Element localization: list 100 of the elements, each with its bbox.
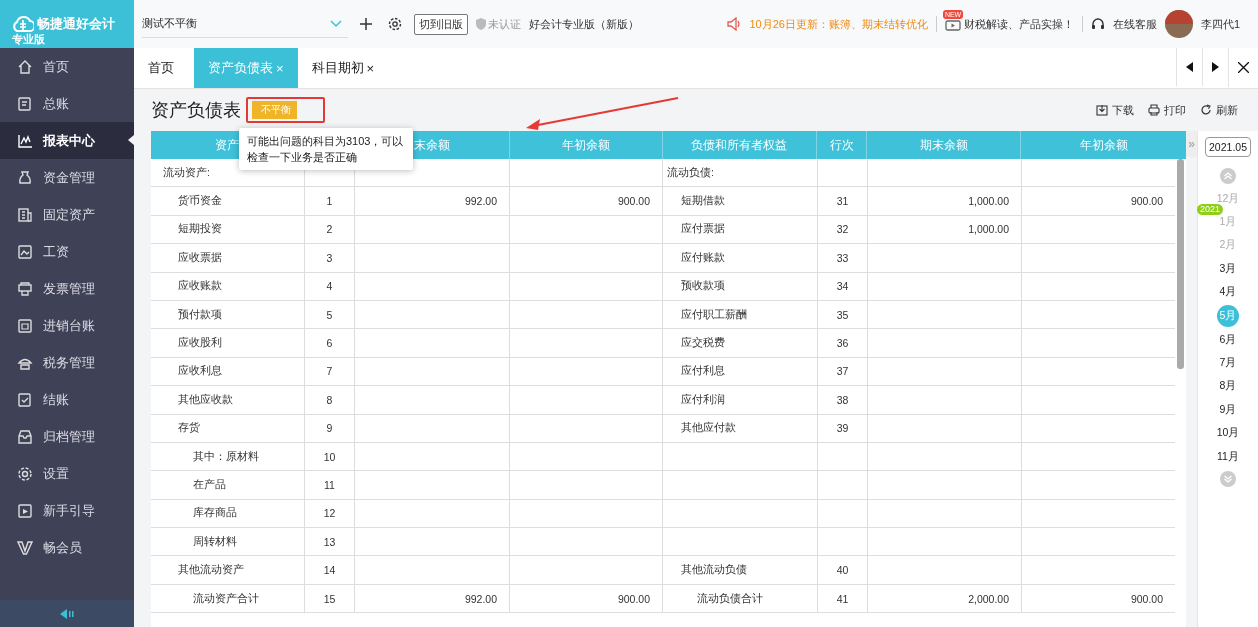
table-cell: 40 xyxy=(836,564,849,577)
table-cell: 900.00 xyxy=(617,592,650,605)
sidebar-item[interactable]: 报表中心 xyxy=(0,122,134,159)
sidebar-item[interactable]: 资金管理 xyxy=(0,159,134,196)
table-cell: 900.00 xyxy=(1130,195,1163,208)
edition-label: 专业版 xyxy=(12,32,45,47)
sidebar-item[interactable]: 税务管理 xyxy=(0,344,134,381)
table-cell: 应收账款 xyxy=(178,279,222,294)
collapse-icon xyxy=(60,608,74,619)
table-cell: 10 xyxy=(323,450,336,463)
scrollbar[interactable] xyxy=(1177,159,1185,369)
sidebar-item[interactable]: 畅会员 xyxy=(0,529,134,566)
sidebar-item[interactable]: 归档管理 xyxy=(0,418,134,455)
table-cell: 900.00 xyxy=(617,195,650,208)
toolbar-button[interactable]: 刷新 xyxy=(1200,102,1238,118)
table-cell: 在产品 xyxy=(193,478,226,492)
table-cell: 应收利息 xyxy=(178,364,222,379)
switch-version-button[interactable]: 切到旧版 xyxy=(414,13,468,35)
table-cell: 应付票据 xyxy=(681,222,725,237)
table-cell: 6 xyxy=(326,337,333,350)
settings-icon xyxy=(17,465,33,482)
table-cell: 应付职工薪酬 xyxy=(681,307,747,322)
table-cell: 11 xyxy=(324,479,335,491)
table-cell: 预付款项 xyxy=(178,307,222,322)
avatar-icon[interactable] xyxy=(1164,10,1193,38)
table-cell: 应付利润 xyxy=(681,392,725,407)
table-cell: 41 xyxy=(836,592,849,605)
table-cell: 流动资产合计 xyxy=(193,591,259,606)
video-link[interactable]: 财税解读、产品实操！ xyxy=(963,16,1074,32)
status-badge: 不平衡 xyxy=(252,101,297,119)
table-cell: 其中：原材料 xyxy=(193,449,259,464)
document-icon xyxy=(17,95,33,112)
home-icon xyxy=(17,58,33,75)
month-item[interactable]: 7月 xyxy=(1217,351,1239,375)
table-cell: 其他流动负债 xyxy=(681,563,747,578)
table-cell: 短期投资 xyxy=(178,222,222,237)
sidebar-item[interactable]: 首页 xyxy=(0,48,134,85)
column-header: 末余额 xyxy=(413,136,450,154)
table-cell: 9 xyxy=(326,422,333,435)
table-cell: 4 xyxy=(326,280,333,293)
image-icon xyxy=(17,243,33,260)
bag-icon xyxy=(17,169,33,186)
table-cell: 1,000.00 xyxy=(968,223,1009,236)
period-field[interactable]: 2021.05 xyxy=(1205,137,1251,157)
table-cell: 12 xyxy=(323,507,336,520)
table-cell: 预收款项 xyxy=(681,279,725,294)
online-service-link[interactable]: 在线客服 xyxy=(1112,16,1157,32)
table-cell: 34 xyxy=(836,280,849,293)
v-icon xyxy=(17,539,33,556)
table-cell: 流动负债合计 xyxy=(697,591,763,606)
company-select[interactable]: 测试不平衡 xyxy=(142,10,348,38)
table-cell: 5 xyxy=(326,308,333,321)
chart-icon xyxy=(17,132,33,149)
table-cell: 33 xyxy=(836,251,849,264)
sidebar-item[interactable]: 进销台账 xyxy=(0,307,134,344)
table-cell: 35 xyxy=(836,308,849,321)
sidebar-item[interactable]: 发票管理 xyxy=(0,270,134,307)
month-item[interactable]: 10月 xyxy=(1216,421,1240,445)
tab[interactable]: 科目期初 × xyxy=(297,48,389,88)
month-item[interactable]: 6月 xyxy=(1217,327,1239,352)
table-cell: 流动资产: xyxy=(163,165,210,180)
certification-status: 未认证 xyxy=(488,16,521,32)
settings-icon[interactable] xyxy=(388,17,402,31)
table-cell: 其他应收款 xyxy=(178,392,233,407)
table-cell: 13 xyxy=(323,535,336,548)
sidebar-item[interactable]: 固定资产 xyxy=(0,196,134,233)
month-item[interactable]: 3月 xyxy=(1217,257,1239,281)
column-header: 年初余额 xyxy=(1079,136,1128,154)
table-cell: 短期借款 xyxy=(681,194,725,209)
close-icon[interactable]: × xyxy=(366,60,375,76)
toolbar-button[interactable]: 打印 xyxy=(1148,102,1186,118)
table-cell: 31 xyxy=(836,195,849,208)
plus-icon[interactable] xyxy=(360,18,372,30)
table-cell: 应收票据 xyxy=(178,250,222,265)
sidebar-item[interactable]: 工资 xyxy=(0,233,134,270)
sidebar-item[interactable]: 总账 xyxy=(0,85,134,122)
headset-icon xyxy=(1090,17,1105,31)
month-item[interactable]: 11月 xyxy=(1217,444,1239,469)
toolbar-button[interactable]: 下载 xyxy=(1096,102,1134,118)
table-cell: 36 xyxy=(836,337,849,350)
tab[interactable]: 首页 xyxy=(134,48,188,88)
user-name[interactable]: 李四代1 xyxy=(1200,16,1240,32)
refresh-icon xyxy=(1200,104,1212,116)
table-cell: 15 xyxy=(323,592,336,605)
sidebar-item[interactable]: 设置 xyxy=(0,455,134,492)
table-cell: 14 xyxy=(323,564,336,577)
table-cell: 库存商品 xyxy=(193,506,237,521)
sidebar-item[interactable]: 结账 xyxy=(0,381,134,418)
month-item[interactable]: 8月 xyxy=(1217,374,1239,399)
chevron-down-icon xyxy=(330,19,342,28)
column-header: 期末余额 xyxy=(919,136,968,154)
table-cell: 应付账款 xyxy=(681,250,725,265)
screen-icon xyxy=(17,317,33,334)
checklist-icon xyxy=(17,391,33,408)
month-item[interactable]: 4月 xyxy=(1217,280,1239,304)
table-cell: 39 xyxy=(836,422,849,435)
table-cell: 900.00 xyxy=(1130,592,1163,605)
sidebar-item[interactable]: 新手引导 xyxy=(0,492,134,529)
table-cell: 2,000.00 xyxy=(968,592,1009,605)
month-item[interactable]: 9月 xyxy=(1217,398,1239,422)
